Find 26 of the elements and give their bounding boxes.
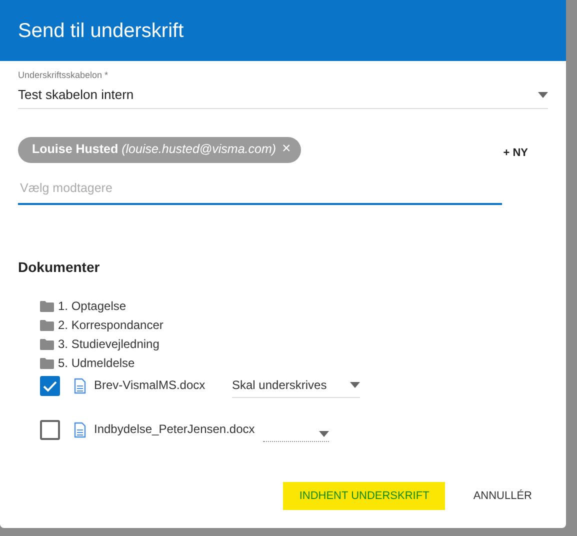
folder-icon — [40, 300, 54, 312]
file-name: Brev-VismalMS.docx — [94, 377, 206, 394]
dialog-title: Send til underskrift — [0, 0, 566, 61]
checkbox[interactable] — [40, 376, 60, 396]
template-select[interactable]: Test skabelon intern — [18, 82, 548, 108]
folder-item[interactable]: 2. Korrespondancer — [58, 316, 164, 334]
caret-icon — [538, 92, 548, 98]
file-name: Indbydelse_PeterJensen.docx — [94, 421, 255, 438]
new-button[interactable]: + NY — [503, 144, 528, 161]
chip-text: Louise Husted (louise.husted@visma.com) — [32, 141, 276, 158]
action-select[interactable]: Skal underskrives — [232, 372, 360, 398]
field-label: Underskriftsskabelon * — [18, 69, 110, 82]
document-icon — [74, 378, 86, 394]
folder-icon — [40, 356, 54, 369]
folder-item[interactable]: 5. Udmeldelse — [58, 354, 135, 372]
section-heading: Dokumenter — [18, 258, 101, 278]
folder-icon — [40, 338, 54, 350]
checkbox[interactable] — [40, 420, 60, 440]
caret-icon — [350, 382, 360, 388]
folder-item[interactable]: 1. Optagelse — [58, 296, 126, 315]
submit-button[interactable]: INDHENT UNDERSKRIFT — [283, 482, 446, 510]
document-icon — [74, 422, 86, 438]
caret-icon — [318, 430, 329, 437]
cancel-button[interactable]: ANNULLÉR — [457, 482, 548, 510]
folder-item[interactable]: 3. Studievejledning — [58, 334, 160, 353]
folder-icon — [40, 318, 54, 331]
